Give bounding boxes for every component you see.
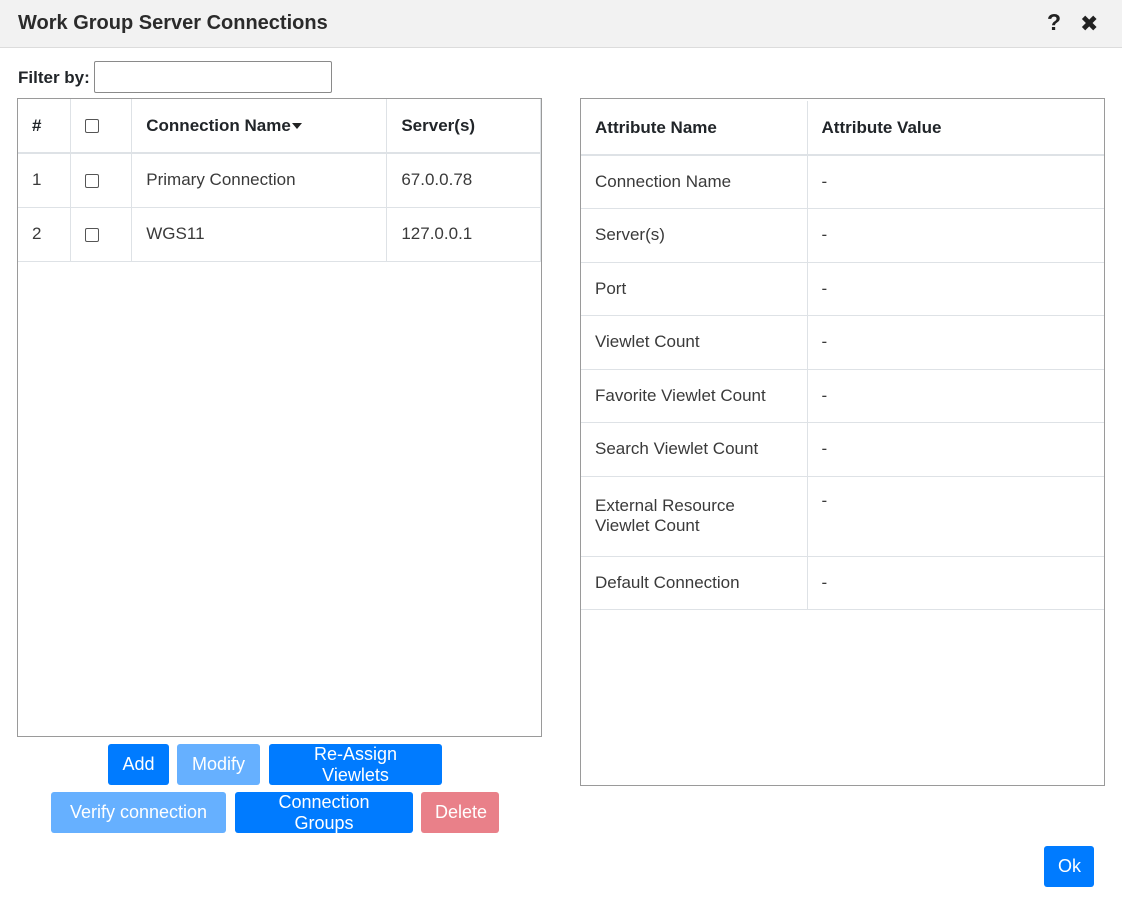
row-connection-name[interactable]: WGS11 (131, 207, 388, 262)
verify-connection-button[interactable]: Verify connection (51, 792, 226, 833)
attribute-value: - (807, 556, 1104, 610)
attribute-value: - (807, 369, 1104, 423)
attribute-name: Server(s) (581, 208, 808, 263)
attribute-row: Viewlet Count - (581, 315, 1104, 370)
table-row[interactable]: 2 WGS11 127.0.0.1 (18, 207, 541, 262)
column-header-connection-name-label: Connection Name (146, 115, 291, 135)
table-row[interactable]: 1 Primary Connection 67.0.0.78 (18, 153, 541, 208)
attribute-name: Viewlet Count (581, 315, 808, 370)
attribute-row: Port - (581, 262, 1104, 316)
connection-groups-button[interactable]: Connection Groups (235, 792, 413, 833)
attribute-name: Search Viewlet Count (581, 422, 808, 477)
filter-input[interactable] (94, 61, 332, 93)
attribute-row: Connection Name - (581, 155, 1104, 209)
row-index: 2 (18, 207, 72, 262)
add-button[interactable]: Add (108, 744, 169, 785)
attribute-name: Port (581, 262, 808, 316)
connections-header-row: # Connection Name Server(s) (18, 99, 541, 154)
dialog-title: Work Group Server Connections (18, 12, 328, 34)
attributes-table: Attribute Name Attribute Value Connectio… (581, 101, 1104, 610)
row-checkbox-cell (70, 153, 133, 208)
row-connection-name[interactable]: Primary Connection (131, 153, 388, 208)
sort-descending-icon (291, 123, 302, 130)
row-index: 1 (18, 153, 72, 208)
attribute-name: Default Connection (581, 556, 808, 610)
column-header-attribute-value: Attribute Value (807, 101, 1104, 156)
modify-button[interactable]: Modify (177, 744, 260, 785)
attribute-row: Server(s) - (581, 208, 1104, 263)
attribute-row: External Resource Viewlet Count - (581, 476, 1104, 557)
filter-label: Filter by: (18, 68, 90, 87)
attribute-row: Default Connection - (581, 556, 1104, 610)
delete-button[interactable]: Delete (421, 792, 499, 833)
attribute-row: Favorite Viewlet Count - (581, 369, 1104, 423)
row-checkbox[interactable] (85, 173, 100, 188)
attribute-value: - (807, 422, 1104, 477)
attribute-value: - (807, 315, 1104, 370)
row-checkbox[interactable] (85, 227, 100, 242)
attributes-header-row: Attribute Name Attribute Value (581, 101, 1104, 156)
dialog-titlebar: Work Group Server Connections ? ✖ (0, 0, 1122, 48)
attribute-value: - (807, 476, 1104, 557)
attribute-name: Connection Name (581, 155, 808, 209)
column-header-attribute-name: Attribute Name (581, 101, 808, 156)
column-header-select-all (70, 99, 133, 154)
connections-table: # Connection Name Server(s) 1 Primary Co… (18, 99, 541, 262)
attribute-row: Search Viewlet Count - (581, 422, 1104, 477)
select-all-checkbox[interactable] (85, 119, 100, 134)
connections-panel: # Connection Name Server(s) 1 Primary Co… (17, 98, 542, 737)
row-servers[interactable]: 127.0.0.1 (386, 207, 541, 262)
reassign-viewlets-button[interactable]: Re-Assign Viewlets (269, 744, 442, 785)
attribute-value: - (807, 155, 1104, 209)
column-header-servers[interactable]: Server(s) (386, 99, 541, 154)
attribute-value: - (807, 262, 1104, 316)
attributes-panel: Attribute Name Attribute Value Connectio… (580, 98, 1105, 786)
column-header-index: # (18, 99, 72, 154)
attribute-name: External Resource Viewlet Count (581, 476, 808, 557)
attribute-name: Favorite Viewlet Count (581, 369, 808, 423)
row-checkbox-cell (70, 207, 133, 262)
help-icon[interactable]: ? (1047, 9, 1061, 36)
close-icon[interactable]: ✖ (1080, 11, 1098, 37)
ok-button[interactable]: Ok (1044, 846, 1094, 887)
attribute-value: - (807, 208, 1104, 263)
column-header-connection-name[interactable]: Connection Name (131, 99, 388, 154)
row-servers[interactable]: 67.0.0.78 (386, 153, 541, 208)
